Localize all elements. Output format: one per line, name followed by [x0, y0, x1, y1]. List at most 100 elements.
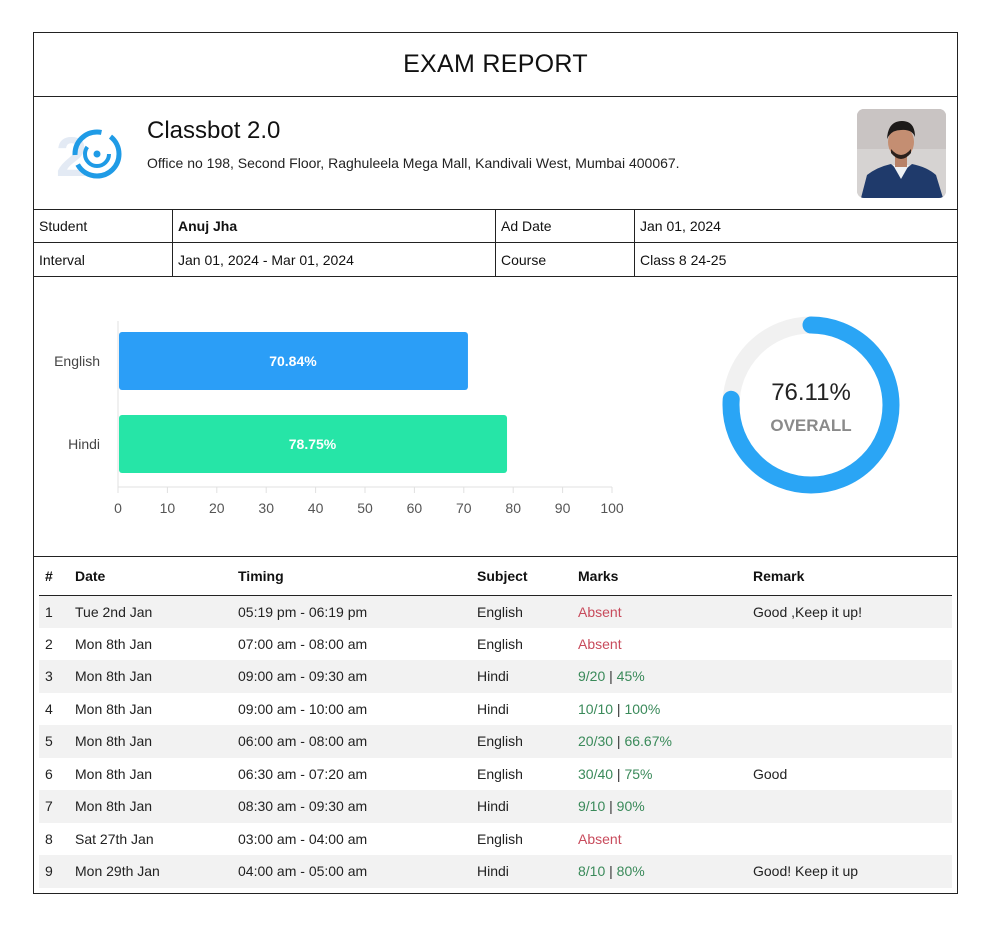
row-number: 3: [39, 660, 69, 693]
row-remark: [747, 790, 952, 823]
x-tick-label: 90: [555, 500, 571, 516]
absent-label: Absent: [578, 603, 622, 620]
row-number: 8: [45, 830, 53, 847]
svg-text:2: 2: [56, 125, 87, 183]
marks-separator: |: [613, 700, 625, 717]
charts-section: 0 10 20 30 40 50 60 70 80 90 100 English 70.84% Hindi…: [34, 277, 957, 557]
table-row: 2 Mon 8th Jan 07:00 am - 08:00 am English Ab…: [39, 628, 952, 661]
row-date: Mon 8th Jan: [75, 765, 153, 782]
table-row: 5 Mon 8th Jan 06:00 am - 08:00 am English 20…: [39, 725, 952, 758]
row-date: Mon 8th Jan: [75, 700, 153, 717]
row-remark: [747, 628, 952, 661]
x-tick-label: 100: [600, 500, 624, 516]
row-timing: 09:00 am - 09:30 am: [232, 660, 471, 693]
row-number: 6: [45, 765, 53, 782]
row-timing: 06:00 am - 08:00 am: [232, 725, 471, 758]
row-remark: Good: [753, 765, 788, 782]
subject-bar-chart: 0 10 20 30 40 50 60 70 80 90 100 English 70.84% Hindi…: [54, 321, 624, 516]
row-timing: 05:19 pm - 06:19 pm: [232, 595, 471, 628]
ad-date-label: Ad Date: [496, 210, 635, 242]
table-row: 3 Mon 8th Jan 09:00 am - 09:30 am Hindi 9/20…: [39, 660, 952, 693]
table-row: 9 Mon 29th Jan 04:00 am - 05:00 am Hindi 8/1…: [39, 855, 952, 888]
row-subject: Hindi: [471, 660, 572, 693]
marks-percent: 80%: [616, 863, 645, 880]
row-date: Sat 27th Jan: [75, 830, 154, 847]
info-row: Student Anuj Jha Ad Date Jan 01, 2024: [34, 210, 957, 243]
marks-percent: 66.67%: [624, 733, 672, 750]
row-number: 9: [39, 855, 69, 888]
student-value: Anuj Jha: [173, 210, 496, 242]
overall-label: OVERALL: [770, 416, 851, 435]
row-number: 4: [45, 700, 53, 717]
row-number: 5: [39, 725, 69, 758]
row-remark: [747, 823, 952, 856]
org-name: Classbot 2.0: [147, 117, 281, 144]
col-header-remark: Remark: [747, 558, 952, 596]
row-marks: 20/30 | 66.67%: [572, 725, 747, 758]
row-date: Mon 8th Jan: [75, 635, 153, 652]
marks-percent: 100%: [624, 700, 661, 717]
marks-percent: 75%: [624, 765, 653, 782]
table-row: 8 Sat 27th Jan 03:00 am - 04:00 am English A…: [39, 823, 952, 856]
ad-date-value: Jan 01, 2024: [640, 218, 721, 234]
row-marks: Absent: [572, 823, 747, 856]
category-label: English: [54, 353, 100, 369]
absent-label: Absent: [578, 830, 622, 847]
col-header-subject: Subject: [471, 558, 572, 596]
col-header-marks: Marks: [572, 558, 747, 596]
table-row: 7 Mon 8th Jan 08:30 am - 09:30 am Hindi 9/10…: [39, 790, 952, 823]
x-tick-label: 20: [209, 500, 225, 516]
x-tick-label: 0: [114, 500, 122, 516]
marks-separator: |: [613, 765, 625, 782]
row-marks: Absent: [572, 628, 747, 661]
col-header-timing: Timing: [232, 558, 471, 596]
row-timing: 06:30 am - 07:20 am: [238, 765, 368, 782]
row-remark: [747, 693, 952, 726]
marks-percent: 90%: [616, 798, 645, 815]
marks-separator: |: [605, 798, 617, 815]
row-date: Mon 8th Jan: [69, 660, 232, 693]
exam-report: EXAM REPORT 2 Classbot 2.0 Office no 198…: [33, 32, 958, 894]
row-date: Mon 29th Jan: [69, 855, 232, 888]
row-remark: Good! Keep it up: [747, 855, 952, 888]
marks-score: 9/10: [578, 798, 606, 815]
report-title: EXAM REPORT: [34, 33, 957, 97]
classbot-logo-icon: 2: [56, 125, 122, 183]
marks-separator: |: [605, 863, 617, 880]
row-marks: 10/10 | 100%: [572, 693, 747, 726]
student-info-table: Student Anuj Jha Ad Date Jan 01, 2024 In…: [34, 210, 957, 277]
row-number: 2: [45, 635, 53, 652]
marks-score: 20/30: [578, 733, 614, 750]
row-date: Tue 2nd Jan: [69, 595, 232, 628]
row-date: Mon 8th Jan: [69, 725, 232, 758]
x-tick-label: 40: [308, 500, 324, 516]
row-marks: 8/10 | 80%: [572, 855, 747, 888]
row-subject: Hindi: [471, 855, 572, 888]
interval-label: Interval: [34, 243, 173, 276]
info-row: Interval Jan 01, 2024 - Mar 01, 2024 Cou…: [34, 243, 957, 276]
row-subject: Hindi: [471, 790, 572, 823]
bar-data-label: 78.75%: [289, 436, 337, 452]
exam-table: # Date Timing Subject Marks Remark 1 Tue …: [39, 558, 952, 888]
absent-label: Absent: [578, 635, 622, 652]
table-row: 6 Mon 8th Jan 06:30 am - 07:20 am English 30…: [39, 758, 952, 791]
row-marks: 9/20 | 45%: [572, 660, 747, 693]
course-label: Course: [496, 243, 635, 276]
student-label: Student: [34, 210, 173, 242]
row-marks: Absent: [572, 595, 747, 628]
row-subject: English: [477, 765, 523, 782]
row-remark: Good ,Keep it up!: [747, 595, 952, 628]
x-tick-label: 50: [357, 500, 373, 516]
row-subject: English: [471, 725, 572, 758]
table-row: 4 Mon 8th Jan 09:00 am - 10:00 am Hindi 10/1…: [39, 693, 952, 726]
marks-score: 8/10: [578, 863, 606, 880]
x-tick-label: 60: [407, 500, 423, 516]
row-subject: Hindi: [477, 700, 509, 717]
category-label: Hindi: [68, 436, 100, 452]
row-subject: English: [477, 830, 523, 847]
student-photo: [857, 109, 946, 198]
row-date: Mon 8th Jan: [69, 790, 232, 823]
row-timing: 03:00 am - 04:00 am: [238, 830, 368, 847]
row-remark: [747, 725, 952, 758]
org-header: 2 Classbot 2.0 Office no 198, Second Flo…: [34, 97, 957, 210]
